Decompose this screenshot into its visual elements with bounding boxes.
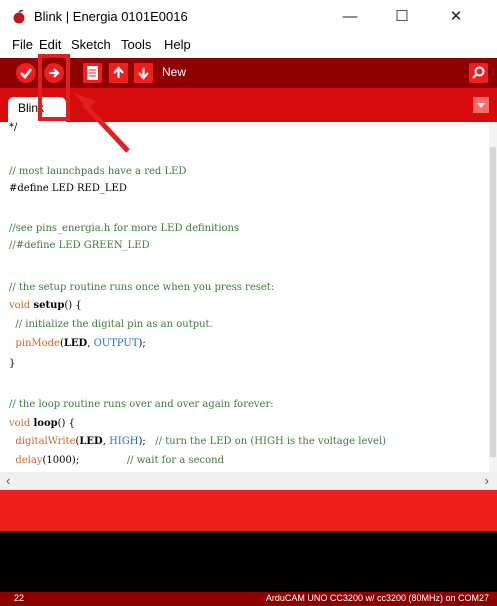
pointer-arrow-icon [74,93,130,153]
